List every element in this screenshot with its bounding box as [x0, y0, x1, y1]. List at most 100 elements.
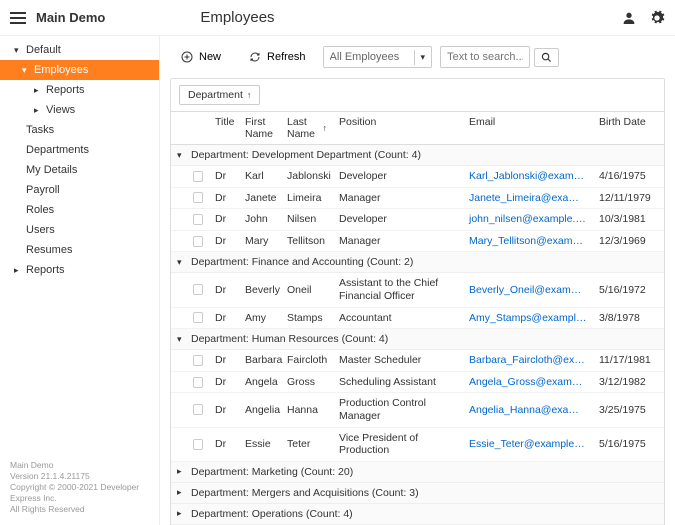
cell-title: Dr — [209, 231, 239, 251]
cell-title: Dr — [209, 166, 239, 186]
cell-first-name: Mary — [239, 231, 281, 251]
sidebar-item-default[interactable]: ▾Default — [0, 40, 159, 60]
group-row[interactable]: ▸Department: Operations (Count: 4) — [171, 504, 664, 525]
new-button[interactable]: New — [170, 44, 230, 70]
sidebar-item-my-details[interactable]: My Details — [0, 160, 159, 180]
sidebar-item-views-sub[interactable]: ▸Views — [0, 100, 159, 120]
account-icon[interactable] — [621, 10, 637, 26]
label: Users — [26, 224, 55, 236]
cell-last-name: Stamps — [281, 308, 333, 328]
cell-title: Dr — [209, 188, 239, 208]
search-button[interactable] — [534, 48, 559, 67]
filter-value[interactable] — [324, 47, 414, 67]
group-header-label: Department: Operations (Count: 4) — [191, 508, 353, 520]
chevron-right-icon: ▸ — [34, 105, 42, 116]
col-last-name[interactable]: Last Name↑ — [281, 112, 333, 144]
table-row[interactable]: DrBarbaraFairclothMaster SchedulerBarbar… — [171, 350, 664, 372]
cell-first-name: Barbara — [239, 350, 281, 370]
footer-line: Version 21.1.4.21175 — [10, 471, 149, 482]
cell-email[interactable]: Essie_Teter@example.com — [463, 434, 593, 454]
cell-email[interactable]: Amy_Stamps@example.com — [463, 308, 593, 328]
cell-position: Developer — [333, 166, 463, 187]
row-checkbox[interactable] — [193, 192, 203, 203]
search-input[interactable] — [440, 46, 530, 68]
table-row[interactable]: DrAngeliaHannaProduction Control Manager… — [171, 393, 664, 427]
chevron-down-icon[interactable]: ▾ — [414, 50, 432, 65]
table-row[interactable]: DrJohnNilsenDeveloperjohn_nilsen@example… — [171, 209, 664, 231]
sidebar-item-reports-sub[interactable]: ▸Reports — [0, 80, 159, 100]
row-checkbox[interactable] — [193, 214, 203, 225]
chevron-down-icon: ▾ — [14, 45, 22, 56]
cell-email[interactable]: Janete_Limeira@example.com — [463, 188, 593, 208]
sidebar-item-reports[interactable]: ▸Reports — [0, 260, 159, 280]
label: New — [199, 51, 221, 63]
col-first-name[interactable]: First Name — [239, 112, 281, 144]
table-row[interactable]: DrAmyStampsAccountantAmy_Stamps@example.… — [171, 308, 664, 330]
label: Tasks — [26, 124, 54, 136]
sidebar-item-departments[interactable]: Departments — [0, 140, 159, 160]
cell-birth-date: 12/3/1969 — [593, 231, 653, 251]
cell-email[interactable]: john_nilsen@example.com — [463, 209, 593, 229]
table-row[interactable]: DrMaryTellitsonManagerMary_Tellitson@exa… — [171, 231, 664, 253]
row-checkbox[interactable] — [193, 439, 203, 450]
chevron-down-icon: ▾ — [177, 334, 187, 345]
table-row[interactable]: DrJaneteLimeiraManagerJanete_Limeira@exa… — [171, 188, 664, 210]
filter-select[interactable]: ▾ — [323, 46, 433, 68]
menu-toggle[interactable] — [10, 12, 26, 24]
row-checkbox[interactable] — [193, 377, 203, 388]
row-checkbox[interactable] — [193, 284, 203, 295]
sidebar-item-employees[interactable]: ▾Employees — [0, 60, 159, 80]
row-checkbox[interactable] — [193, 236, 203, 247]
cell-last-name: Hanna — [281, 400, 333, 420]
refresh-icon — [247, 49, 263, 65]
col-birth-date[interactable]: Birth Date — [593, 112, 653, 144]
row-checkbox[interactable] — [193, 171, 203, 182]
group-row[interactable]: ▸Department: Mergers and Acquisitions (C… — [171, 483, 664, 504]
sidebar-item-roles[interactable]: Roles — [0, 200, 159, 220]
group-row[interactable]: ▾Department: Development Department (Cou… — [171, 145, 664, 166]
cell-position: Accountant — [333, 308, 463, 329]
table-row[interactable]: DrAngelaGrossScheduling AssistantAngela_… — [171, 372, 664, 394]
group-header-label: Department: Marketing (Count: 20) — [191, 466, 353, 478]
col-position[interactable]: Position — [333, 112, 463, 144]
sidebar-item-users[interactable]: Users — [0, 220, 159, 240]
table-row[interactable]: DrBeverlyOneilAssistant to the Chief Fin… — [171, 273, 664, 307]
sidebar-item-tasks[interactable]: Tasks — [0, 120, 159, 140]
cell-last-name: Oneil — [281, 280, 333, 300]
group-header-label: Department: Finance and Accounting (Coun… — [191, 256, 413, 268]
brand: Main Demo — [36, 10, 105, 25]
group-row[interactable]: ▸Department: Marketing (Count: 20) — [171, 462, 664, 483]
cell-position: Assistant to the Chief Financial Officer — [333, 273, 463, 306]
column-headers: Title First Name Last Name↑ Position Ema… — [171, 112, 664, 145]
refresh-button[interactable]: Refresh — [238, 44, 315, 70]
group-row[interactable]: ▾Department: Human Resources (Count: 4) — [171, 329, 664, 350]
row-checkbox[interactable] — [193, 404, 203, 415]
cell-email[interactable]: Barbara_Faircloth@example.com — [463, 350, 593, 370]
table-row[interactable]: DrKarlJablonskiDeveloperKarl_Jablonski@e… — [171, 166, 664, 188]
cell-email[interactable]: Mary_Tellitson@example.com — [463, 231, 593, 251]
cell-first-name: Beverly — [239, 280, 281, 300]
cell-email[interactable]: Beverly_Oneil@example.com — [463, 280, 593, 300]
gear-icon[interactable] — [649, 10, 665, 26]
cell-first-name: Essie — [239, 434, 281, 454]
group-chip-department[interactable]: Department ↑ — [179, 85, 260, 105]
group-row[interactable]: ▾Department: Finance and Accounting (Cou… — [171, 252, 664, 273]
sidebar-item-payroll[interactable]: Payroll — [0, 180, 159, 200]
cell-email[interactable]: Karl_Jablonski@example.com — [463, 166, 593, 186]
chevron-right-icon: ▸ — [177, 487, 187, 498]
cell-position: Scheduling Assistant — [333, 372, 463, 393]
col-title[interactable]: Title — [209, 112, 239, 144]
cell-last-name: Gross — [281, 372, 333, 392]
cell-email[interactable]: Angela_Gross@example.com — [463, 372, 593, 392]
cell-birth-date: 3/8/1978 — [593, 308, 653, 328]
cell-position: Manager — [333, 231, 463, 252]
cell-first-name: Amy — [239, 308, 281, 328]
row-checkbox[interactable] — [193, 312, 203, 323]
table-row[interactable]: DrEssieTeterVice President of Production… — [171, 428, 664, 462]
sidebar-item-resumes[interactable]: Resumes — [0, 240, 159, 260]
row-checkbox[interactable] — [193, 355, 203, 366]
col-email[interactable]: Email — [463, 112, 593, 144]
cell-birth-date: 10/3/1981 — [593, 209, 653, 229]
sort-asc-icon: ↑ — [247, 90, 252, 100]
cell-email[interactable]: Angelia_Hanna@example.com — [463, 400, 593, 420]
